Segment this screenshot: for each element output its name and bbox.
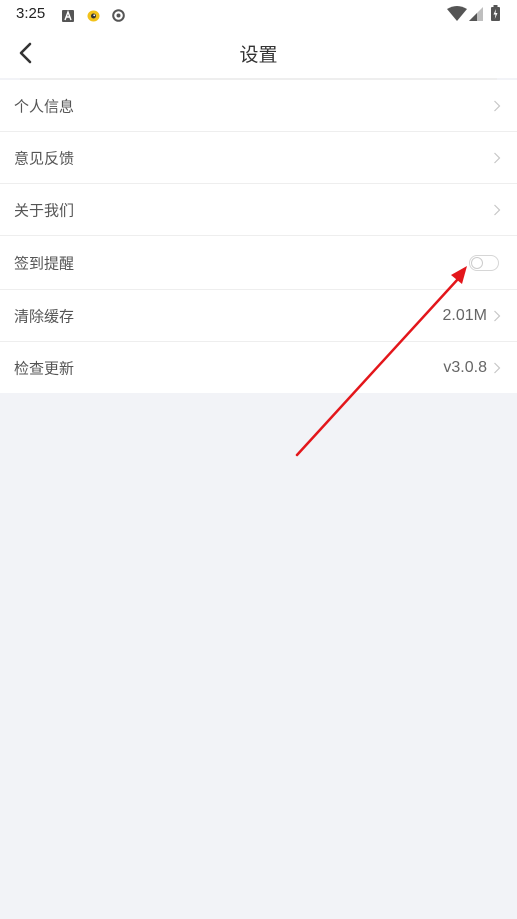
- status-bar: 3:25: [0, 0, 517, 28]
- settings-row-label: 个人信息: [14, 97, 75, 115]
- settings-row-label: 意见反馈: [14, 149, 75, 167]
- chevron-right-icon: [494, 100, 501, 111]
- checkin-reminder-toggle[interactable]: [469, 254, 499, 271]
- battery-icon: [491, 5, 500, 25]
- a-notification-icon: [62, 7, 74, 26]
- cache-size-value: 2.01M: [442, 306, 487, 324]
- app-version-value: v3.0.8: [443, 358, 487, 376]
- signal-icon: [469, 6, 483, 25]
- chevron-right-icon: [494, 204, 501, 215]
- settings-row-check-update[interactable]: 检查更新 v3.0.8: [0, 342, 517, 393]
- settings-row-label: 关于我们: [14, 201, 75, 219]
- settings-row-clear-cache[interactable]: 清除缓存 2.01M: [0, 290, 517, 342]
- settings-row-checkin-reminder: 签到提醒: [0, 236, 517, 290]
- toggle-knob: [471, 256, 483, 269]
- wifi-icon: [447, 6, 467, 25]
- page-title: 设置: [239, 44, 278, 66]
- app-bar: 设置: [0, 28, 517, 78]
- settings-list: 个人信息 意见反馈 关于我们 签到提醒 清除缓存 2.01M 检查更新 v3.0…: [0, 80, 517, 393]
- media-notification-icon: [112, 7, 125, 26]
- settings-row-label: 清除缓存: [14, 307, 75, 325]
- settings-row-feedback[interactable]: 意见反馈: [0, 132, 517, 184]
- app-notification-icon: [87, 7, 100, 26]
- settings-row-personal-info[interactable]: 个人信息: [0, 80, 517, 132]
- chevron-right-icon: [494, 310, 501, 321]
- chevron-right-icon: [494, 152, 501, 163]
- settings-row-label: 签到提醒: [14, 254, 75, 272]
- settings-row-label: 检查更新: [14, 359, 75, 377]
- status-time: 3:25: [16, 5, 46, 22]
- chevron-right-icon: [494, 362, 501, 373]
- settings-row-about-us[interactable]: 关于我们: [0, 184, 517, 236]
